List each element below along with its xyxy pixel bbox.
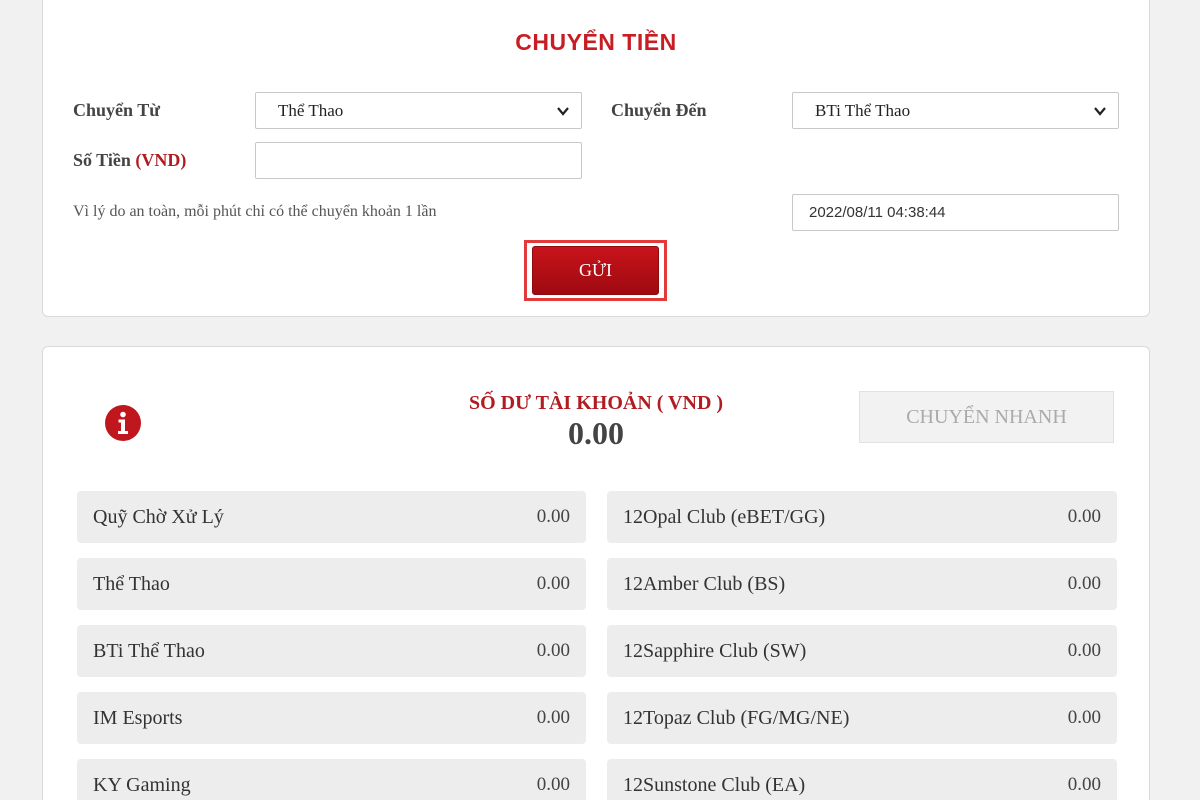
amount-label-text: Số Tiền: [73, 150, 131, 170]
wallet-name: 12Opal Club (eBET/GG): [623, 505, 826, 528]
wallet-item: 12Sunstone Club (EA) 0.00: [607, 759, 1117, 800]
amount-unit: (VND): [135, 150, 187, 170]
wallet-amount: 0.00: [536, 640, 570, 661]
wallet-name: 12Sapphire Club (SW): [623, 639, 807, 662]
wallet-amount: 0.00: [1067, 640, 1101, 661]
wallet-amount: 0.00: [536, 707, 570, 728]
wallet-amount: 0.00: [536, 573, 570, 594]
wallet-item: Thể Thao 0.00: [77, 558, 586, 610]
wallet-amount: 0.00: [1067, 573, 1101, 594]
wallet-name: 12Sunstone Club (EA): [623, 773, 806, 796]
wallet-item: 12Amber Club (BS) 0.00: [607, 558, 1117, 610]
chevron-down-icon: [1094, 107, 1106, 116]
wallet-name: KY Gaming: [93, 773, 191, 796]
wallet-list: Quỹ Chờ Xử Lý 0.00 12Opal Club (eBET/GG)…: [77, 491, 1117, 800]
wallet-item: 12Opal Club (eBET/GG) 0.00: [607, 491, 1117, 543]
wallet-item: 12Sapphire Club (SW) 0.00: [607, 625, 1117, 677]
wallet-amount: 0.00: [1067, 506, 1101, 527]
amount-label: Số Tiền (VND): [73, 150, 186, 171]
transfer-panel: CHUYỂN TIỀN Chuyển Từ Thể Thao Chuyển Đế…: [42, 0, 1150, 317]
transfer-notice: Vì lý do an toàn, mỗi phút chỉ có thể ch…: [73, 203, 437, 220]
wallet-item: Quỹ Chờ Xử Lý 0.00: [77, 491, 586, 543]
wallet-name: Quỹ Chờ Xử Lý: [93, 505, 224, 528]
quick-transfer-button[interactable]: CHUYỂN NHANH: [859, 391, 1114, 443]
wallet-item: IM Esports 0.00: [77, 692, 586, 744]
wallet-item: KY Gaming 0.00: [77, 759, 586, 800]
from-select[interactable]: Thể Thao: [255, 92, 582, 129]
wallet-item: BTi Thể Thao 0.00: [77, 625, 586, 677]
wallet-amount: 0.00: [1067, 707, 1101, 728]
wallet-item: 12Topaz Club (FG/MG/NE) 0.00: [607, 692, 1117, 744]
wallet-amount: 0.00: [536, 506, 570, 527]
datetime-display: 2022/08/11 04:38:44: [792, 194, 1119, 231]
wallet-name: 12Amber Club (BS): [623, 572, 786, 595]
from-label: Chuyển Từ: [73, 100, 161, 120]
submit-button[interactable]: GỬI: [532, 246, 659, 295]
balance-panel: SỐ DƯ TÀI KHOẢN ( VND ) 0.00 CHUYỂN NHAN…: [42, 346, 1150, 800]
to-label: Chuyển Đến: [611, 100, 707, 120]
wallet-name: IM Esports: [93, 706, 183, 729]
wallet-amount: 0.00: [536, 774, 570, 795]
wallet-amount: 0.00: [1067, 774, 1101, 795]
from-select-value: Thể Thao: [278, 101, 344, 120]
amount-input[interactable]: [255, 142, 582, 179]
wallet-name: 12Topaz Club (FG/MG/NE): [623, 706, 850, 729]
to-select-value: BTi Thể Thao: [815, 101, 911, 120]
chevron-down-icon: [557, 107, 569, 116]
to-select[interactable]: BTi Thể Thao: [792, 92, 1119, 129]
wallet-name: Thể Thao: [93, 572, 170, 595]
wallet-name: BTi Thể Thao: [93, 639, 205, 662]
transfer-title: CHUYỂN TIỀN: [515, 29, 677, 55]
page: CHUYỂN TIỀN Chuyển Từ Thể Thao Chuyển Đế…: [0, 0, 1200, 800]
